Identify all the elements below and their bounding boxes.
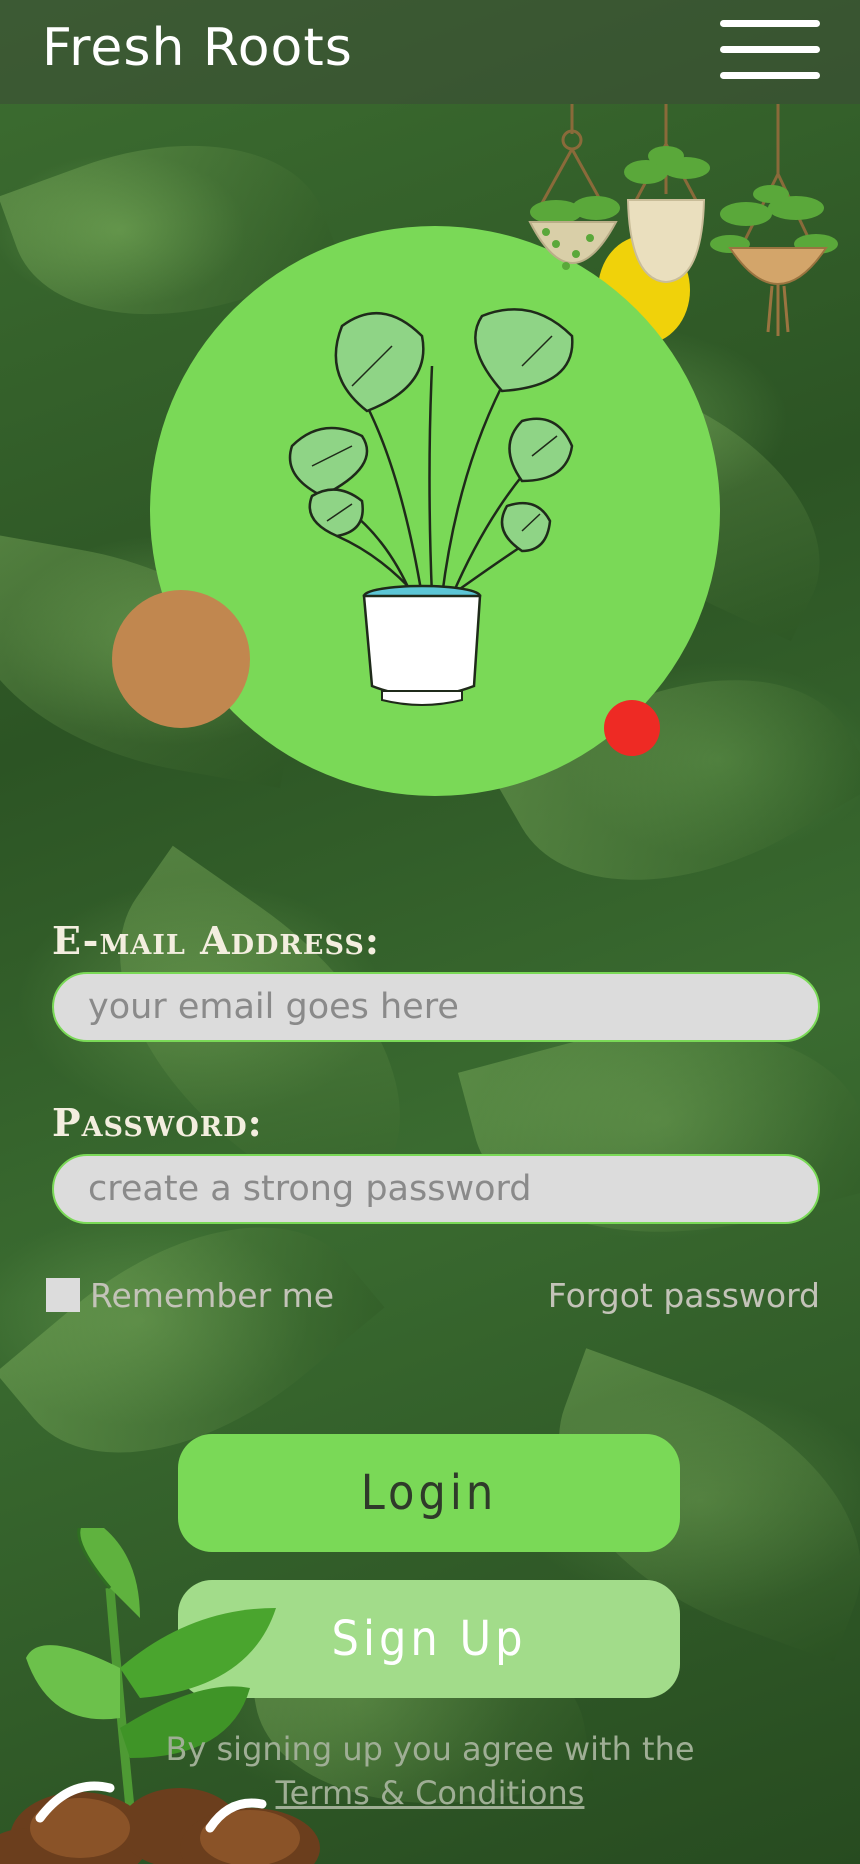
app-title: Fresh Roots	[42, 18, 353, 78]
password-label: Password:	[52, 1100, 263, 1145]
monstera-plant-icon	[288, 308, 574, 706]
brown-decor-dot	[112, 590, 250, 728]
app-header: Fresh Roots	[0, 0, 860, 104]
email-input[interactable]	[52, 972, 820, 1042]
red-decor-dot	[604, 700, 660, 756]
email-label: E-mail Address:	[52, 918, 380, 963]
password-input[interactable]	[52, 1154, 820, 1224]
sprout-soil-icon	[0, 1528, 320, 1864]
remember-me-checkbox[interactable]	[46, 1278, 80, 1312]
terms-text: By signing up you agree with the	[165, 1730, 695, 1768]
remember-me-label: Remember me	[90, 1276, 335, 1315]
terms-link[interactable]: Terms & Conditions	[0, 1774, 860, 1812]
forgot-password-link[interactable]: Forgot password	[548, 1276, 820, 1315]
hamburger-menu-icon[interactable]	[720, 20, 820, 80]
